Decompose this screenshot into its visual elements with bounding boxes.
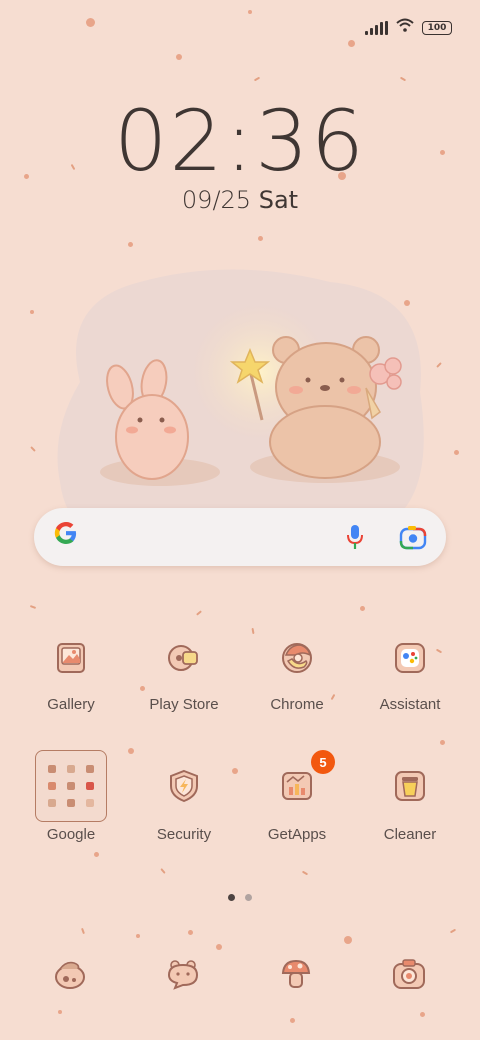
dock-browser[interactable] bbox=[274, 954, 318, 998]
google-logo-icon bbox=[52, 519, 82, 555]
notification-badge: 5 bbox=[311, 750, 335, 774]
app-label: Gallery bbox=[47, 696, 95, 713]
lens-camera-icon[interactable] bbox=[398, 522, 428, 552]
folder-google[interactable]: Google bbox=[15, 750, 127, 843]
page-dot bbox=[245, 894, 252, 901]
gallery-icon bbox=[41, 628, 101, 688]
app-label: Play Store bbox=[149, 696, 219, 713]
microphone-icon[interactable] bbox=[340, 522, 370, 552]
app-label: Security bbox=[156, 826, 212, 843]
wifi-icon bbox=[396, 18, 414, 37]
dock-camera[interactable] bbox=[387, 954, 431, 998]
phone-icon bbox=[52, 957, 88, 996]
date-day: Sat bbox=[258, 186, 299, 214]
date-numeric: 09/25 bbox=[181, 186, 252, 214]
app-gallery[interactable]: Gallery bbox=[15, 628, 127, 713]
google-folder bbox=[35, 750, 107, 822]
app-assistant[interactable]: Assistant bbox=[354, 628, 466, 713]
browser-icon bbox=[278, 957, 314, 996]
battery-indicator: 100 bbox=[422, 20, 452, 35]
google-search-bar[interactable] bbox=[34, 508, 446, 566]
app-label: Chrome bbox=[270, 696, 324, 713]
status-bar: 100 bbox=[365, 18, 452, 37]
app-security[interactable]: Security bbox=[128, 756, 240, 843]
security-shield-icon bbox=[154, 756, 214, 816]
app-label: Cleaner bbox=[383, 826, 437, 843]
app-label: Assistant bbox=[379, 696, 441, 713]
home-screen: 100 02:36 09/25 Sat Gallery Play Store C… bbox=[0, 0, 480, 1040]
app-chrome[interactable]: Chrome bbox=[241, 628, 353, 713]
app-play-store[interactable]: Play Store bbox=[128, 628, 240, 713]
getapps-icon: 5 bbox=[267, 750, 335, 816]
assistant-icon bbox=[380, 628, 440, 688]
clock-date[interactable]: 09/25 Sat bbox=[0, 186, 480, 214]
messages-icon bbox=[165, 957, 201, 996]
app-label: GetApps bbox=[267, 826, 327, 843]
clock-time[interactable]: 02:36 bbox=[0, 92, 480, 190]
cleaner-icon bbox=[380, 756, 440, 816]
app-cleaner[interactable]: Cleaner bbox=[354, 756, 466, 843]
app-label: Google bbox=[46, 826, 96, 843]
page-dot-active bbox=[228, 894, 235, 901]
page-indicator[interactable] bbox=[0, 894, 480, 901]
play-store-icon bbox=[154, 628, 214, 688]
app-getapps[interactable]: 5 GetApps bbox=[241, 750, 353, 843]
chrome-icon bbox=[267, 628, 327, 688]
dock-messages[interactable] bbox=[161, 954, 205, 998]
dock-phone[interactable] bbox=[48, 954, 92, 998]
camera-icon bbox=[391, 957, 427, 996]
cellular-signal-icon bbox=[365, 20, 388, 35]
